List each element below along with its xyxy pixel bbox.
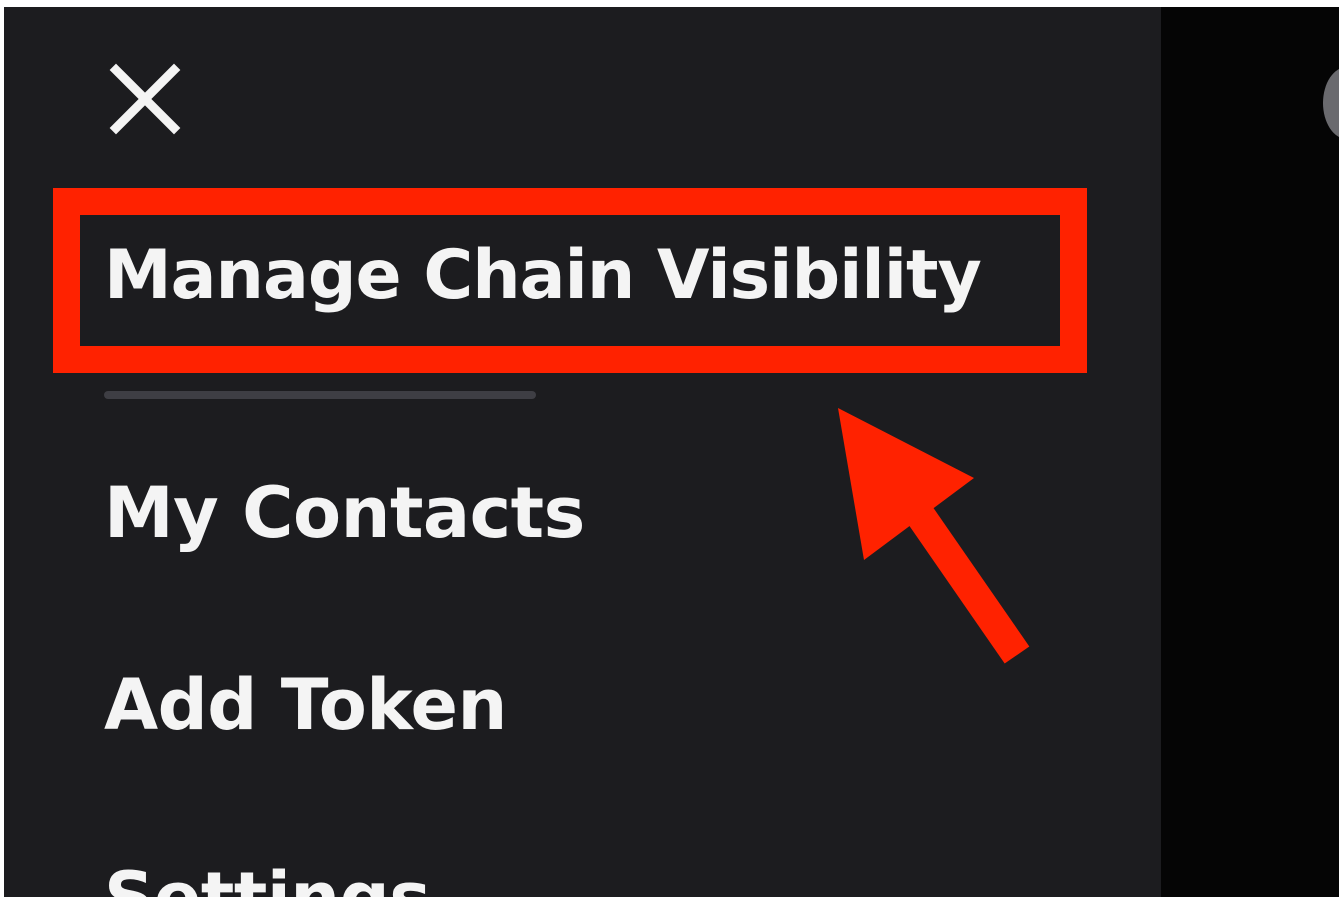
menu-item-settings[interactable]: Settings: [104, 863, 431, 897]
close-icon: [109, 63, 181, 135]
avatar[interactable]: [1323, 67, 1339, 139]
app-backdrop[interactable]: [1161, 7, 1339, 897]
side-menu-drawer: [4, 7, 1161, 897]
close-button[interactable]: [104, 58, 186, 140]
screenshot-frame: Manage Chain Visibility My Contacts Add …: [0, 0, 1343, 897]
menu-item-add-token[interactable]: Add Token: [104, 670, 507, 740]
menu-item-manage-chain-visibility[interactable]: Manage Chain Visibility: [104, 242, 982, 310]
menu-divider: [104, 391, 536, 399]
menu-item-my-contacts[interactable]: My Contacts: [104, 478, 585, 548]
